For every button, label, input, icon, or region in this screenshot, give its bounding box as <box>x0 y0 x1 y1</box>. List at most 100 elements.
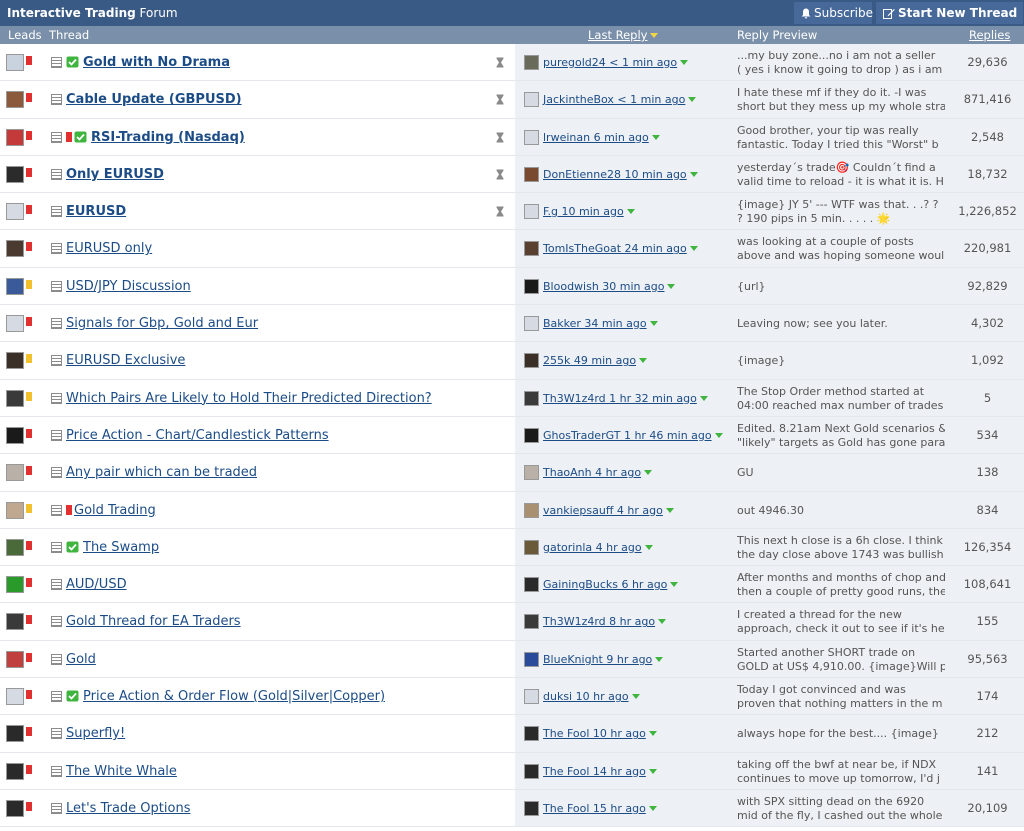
preview-cell[interactable]: This next h close is a 6h close. I think… <box>728 528 951 566</box>
thread-title-link[interactable]: Gold with No Drama <box>83 55 230 70</box>
lead-avatar[interactable] <box>6 538 24 556</box>
user-avatar[interactable] <box>524 390 539 406</box>
lead-avatar[interactable] <box>6 725 24 743</box>
col-replies[interactable]: Replies <box>969 26 1010 44</box>
preview-cell[interactable]: GU <box>728 454 951 491</box>
lead-avatar[interactable] <box>6 426 24 444</box>
lead-avatar[interactable] <box>6 650 24 668</box>
preview-cell[interactable]: {image} JY 5' --- WTF was that. . .? ?? … <box>728 193 951 230</box>
last-reply-link[interactable]: F.g 10 min ago <box>543 205 624 218</box>
thread-title-link[interactable]: EURUSD <box>66 204 126 219</box>
last-reply-link[interactable]: puregold24 < 1 min ago <box>543 56 677 69</box>
dropdown-icon[interactable] <box>644 470 653 476</box>
user-avatar[interactable] <box>524 763 539 779</box>
dropdown-icon[interactable] <box>680 60 689 65</box>
preview-cell[interactable]: always hope for the best.... {image} <box>728 715 951 752</box>
preview-cell[interactable]: I hate these mf if they do it. -I was sho… <box>728 81 951 118</box>
thread-title-link[interactable]: Signals for Gbp, Gold and Eur <box>66 316 258 331</box>
lead-avatar[interactable] <box>6 688 24 706</box>
user-avatar[interactable] <box>524 651 539 667</box>
preview-cell[interactable]: taking off the bwf at near be, if NDX con… <box>728 752 951 789</box>
preview-cell[interactable]: Edited. 8.21am Next Gold scenarios & "lik… <box>728 416 951 454</box>
lead-avatar[interactable] <box>6 165 24 183</box>
dropdown-icon[interactable] <box>639 358 648 364</box>
user-avatar[interactable] <box>524 539 539 555</box>
user-avatar[interactable] <box>524 55 539 70</box>
user-avatar[interactable] <box>524 689 539 705</box>
lead-avatar[interactable] <box>6 799 24 817</box>
lead-avatar[interactable] <box>6 576 24 594</box>
thread-title-link[interactable]: AUD/USD <box>66 577 127 592</box>
preview-cell[interactable]: Good brother, your tip was really fantast… <box>728 118 951 155</box>
lead-avatar[interactable] <box>6 203 24 221</box>
dropdown-icon[interactable] <box>665 507 674 513</box>
last-reply-link[interactable]: 255k 49 min ago <box>543 354 636 367</box>
dropdown-icon[interactable] <box>631 694 640 700</box>
dropdown-icon[interactable] <box>648 805 657 811</box>
user-avatar[interactable] <box>524 726 539 742</box>
thread-title-link[interactable]: Gold Trading <box>74 503 156 518</box>
dropdown-icon[interactable] <box>714 432 723 438</box>
preview-cell[interactable]: out 4946.30 <box>728 491 951 528</box>
last-reply-link[interactable]: vankiepsauff 4 hr ago <box>543 504 663 517</box>
last-reply-link[interactable]: The Fool 15 hr ago <box>543 802 646 815</box>
user-avatar[interactable] <box>524 800 539 816</box>
preview-cell[interactable]: {image} <box>728 342 951 379</box>
dropdown-icon[interactable] <box>699 395 708 401</box>
lead-avatar[interactable] <box>6 315 24 333</box>
last-reply-link[interactable]: TomIsTheGoat 24 min ago <box>543 242 687 255</box>
dropdown-icon[interactable] <box>626 209 635 215</box>
thread-title-link[interactable]: Which Pairs Are Likely to Hold Their Pre… <box>66 391 432 406</box>
thread-title-link[interactable]: EURUSD Exclusive <box>66 353 185 368</box>
preview-cell[interactable]: Started another SHORT trade on GOLD at US… <box>728 640 951 678</box>
preview-cell[interactable]: Leaving now; see you later. <box>728 305 951 342</box>
last-reply-link[interactable]: JackintheBox < 1 min ago <box>543 93 685 106</box>
lead-avatar[interactable] <box>6 613 24 631</box>
dropdown-icon[interactable] <box>644 544 653 550</box>
lead-avatar[interactable] <box>6 54 24 71</box>
dropdown-icon[interactable] <box>655 656 664 662</box>
thread-title-link[interactable]: The White Whale <box>66 764 177 779</box>
thread-title-link[interactable]: The Swamp <box>83 540 159 555</box>
lead-avatar[interactable] <box>6 501 24 519</box>
last-reply-link[interactable]: GhosTraderGT 1 hr 46 min ago <box>543 429 712 442</box>
preview-cell[interactable]: ...my buy zone...no i am not a seller( y… <box>728 44 951 81</box>
last-reply-link[interactable]: BlueKnight 9 hr ago <box>543 653 652 666</box>
last-reply-link[interactable]: gatorinla 4 hr ago <box>543 541 642 554</box>
dropdown-icon[interactable] <box>648 731 657 737</box>
dropdown-icon[interactable] <box>658 619 667 625</box>
user-avatar[interactable] <box>524 92 539 108</box>
preview-cell[interactable]: was looking at a couple of posts above an… <box>728 230 951 267</box>
thread-title-link[interactable]: Any pair which can be traded <box>66 465 257 480</box>
lead-avatar[interactable] <box>6 277 24 295</box>
lead-avatar[interactable] <box>6 389 24 407</box>
user-avatar[interactable] <box>524 577 539 593</box>
subscribe-button[interactable]: Subscribe <box>794 2 873 24</box>
user-avatar[interactable] <box>524 316 539 332</box>
last-reply-link[interactable]: Bloodwish 30 min ago <box>543 280 664 293</box>
thread-title-link[interactable]: RSI-Trading (Nasdaq) <box>91 130 245 145</box>
lead-avatar[interactable] <box>6 352 24 370</box>
preview-cell[interactable]: The Stop Order method started at 04:00 re… <box>728 379 951 416</box>
preview-cell[interactable]: {url} <box>728 267 951 305</box>
user-avatar[interactable] <box>524 353 539 369</box>
thread-title-link[interactable]: Only EURUSD <box>66 167 164 182</box>
col-last-reply[interactable]: Last Reply <box>588 26 659 44</box>
dropdown-icon[interactable] <box>689 171 698 177</box>
last-reply-link[interactable]: The Fool 10 hr ago <box>543 727 646 740</box>
preview-cell[interactable]: Today I got convinced and was proven that… <box>728 678 951 715</box>
last-reply-link[interactable]: GainingBucks 6 hr ago <box>543 578 667 591</box>
thread-title-link[interactable]: Gold <box>66 652 96 667</box>
col-last-reply-label[interactable]: Last Reply <box>588 28 647 42</box>
last-reply-link[interactable]: Th3W1z4rd 8 hr ago <box>543 615 655 628</box>
user-avatar[interactable] <box>524 278 539 294</box>
dropdown-icon[interactable] <box>689 246 698 252</box>
last-reply-link[interactable]: duksi 10 hr ago <box>543 690 629 703</box>
preview-cell[interactable]: with SPX sitting dead on the 6920 mid of … <box>728 789 951 827</box>
dropdown-icon[interactable] <box>651 134 660 140</box>
thread-title-link[interactable]: USD/JPY Discussion <box>66 279 191 294</box>
dropdown-icon[interactable] <box>688 97 697 103</box>
dropdown-icon[interactable] <box>649 321 658 327</box>
lead-avatar[interactable] <box>6 128 24 146</box>
thread-title-link[interactable]: Price Action - Chart/Candlestick Pattern… <box>66 428 329 443</box>
